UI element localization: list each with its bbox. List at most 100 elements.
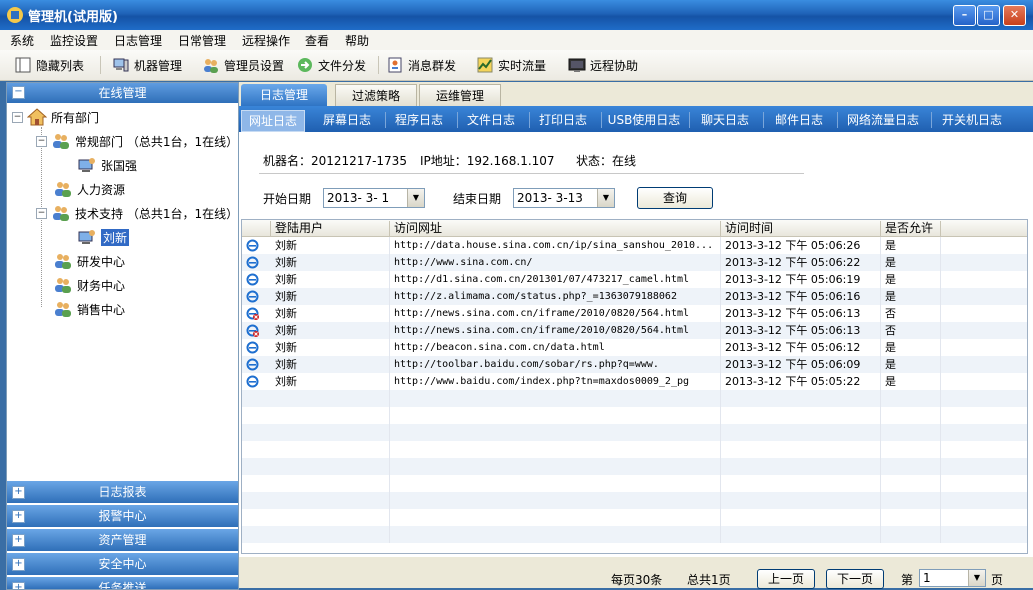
tab-ops-management[interactable]: 运维管理	[419, 84, 501, 107]
expand-icon[interactable]: +	[12, 510, 25, 523]
table-cell-url: http://www.baidu.com/index.php?tn=maxdos…	[390, 373, 721, 390]
column-header-allowed[interactable]: 是否允许	[881, 221, 941, 236]
tab-log-management[interactable]: 日志管理	[241, 84, 327, 106]
collapse-toggle-icon[interactable]: −	[12, 111, 23, 123]
table-row[interactable]: 刘新 http://www.baidu.com/index.php?tn=maxd…	[242, 373, 1027, 390]
tree-label: 所有部门	[51, 110, 100, 125]
panel-asset-management[interactable]: + 资产管理	[7, 529, 238, 551]
menu-view[interactable]: 查看	[305, 32, 329, 49]
machine-management-label: 机器管理	[134, 58, 183, 73]
tab-url-log[interactable]: 网址日志	[241, 110, 305, 132]
next-page-button[interactable]: 下一页	[826, 569, 884, 589]
admin-settings-label: 管理员设置	[224, 58, 285, 73]
collapse-toggle-icon[interactable]: −	[36, 135, 47, 147]
expand-icon[interactable]: +	[12, 486, 25, 499]
tab-file-log[interactable]: 文件日志	[461, 110, 521, 130]
menu-daily-management[interactable]: 日常管理	[178, 32, 226, 49]
dropdown-arrow-icon[interactable]: ▼	[407, 189, 424, 207]
browser-icon	[246, 341, 259, 354]
page-unit: 页	[991, 573, 1004, 587]
tab-print-log[interactable]: 打印日志	[533, 110, 593, 130]
tree-node-dept-sales[interactable]: 销售中心	[53, 299, 125, 319]
table-cell-allowed	[881, 424, 941, 441]
table-row[interactable]: 刘新 http://news.sina.com.cn/iframe/2010/08…	[242, 322, 1027, 339]
page-select[interactable]: 1 ▼	[919, 569, 986, 587]
right-panel: 日志管理 过滤策略 运维管理 网址日志 屏幕日志 程序日志 文件日志 打印日志 …	[239, 82, 1033, 589]
tree-node-user-liuxin[interactable]: 刘新	[77, 227, 130, 247]
tree-node-dept-rnd[interactable]: 研发中心	[53, 251, 125, 271]
start-date-picker[interactable]: 2013- 3- 1 ▼	[323, 188, 425, 208]
menu-bar: 系统 监控设置 日志管理 日常管理 远程操作 查看 帮助	[0, 30, 1033, 50]
admin-settings-button[interactable]: 管理员设置	[202, 55, 284, 75]
panel-security-center[interactable]: + 安全中心	[7, 553, 238, 575]
table-cell-user	[271, 390, 390, 407]
tree-node-all-departments[interactable]: − 所有部门	[12, 107, 99, 127]
table-cell-allowed: 否	[881, 322, 941, 339]
collapse-icon[interactable]: −	[12, 86, 25, 99]
column-header-url[interactable]: 访问网址	[390, 221, 721, 236]
table-row[interactable]: 刘新 http://beacon.sina.com.cn/data.html 201…	[242, 339, 1027, 356]
remote-assist-button[interactable]: 远程协助	[568, 55, 638, 75]
total-pages-text: 总共1页	[687, 573, 731, 587]
table-row[interactable]: 刘新 http://toolbar.baidu.com/sobar/rs.php?…	[242, 356, 1027, 373]
expand-icon[interactable]: +	[12, 558, 25, 571]
collapse-toggle-icon[interactable]: −	[36, 207, 47, 219]
menu-remote-ops[interactable]: 远程操作	[242, 32, 290, 49]
end-date-picker[interactable]: 2013- 3-13 ▼	[513, 188, 615, 208]
realtime-traffic-button[interactable]: 实时流量	[476, 55, 546, 75]
panel-alarm-center[interactable]: + 报警中心	[7, 505, 238, 527]
table-cell-time: 2013-3-12 下午 05:06:13	[721, 322, 881, 339]
table-cell-user: 刘新	[271, 373, 390, 390]
close-icon[interactable]: ✕	[1003, 5, 1026, 26]
maximize-icon[interactable]: □	[977, 5, 1000, 26]
end-date-value: 2013- 3-13	[517, 191, 583, 205]
hide-list-button[interactable]: 隐藏列表	[14, 55, 84, 75]
menu-monitor-settings[interactable]: 监控设置	[50, 32, 98, 49]
menu-log-management[interactable]: 日志管理	[114, 32, 162, 49]
panel-log-report[interactable]: + 日志报表	[7, 481, 238, 503]
table-cell-user: 刘新	[271, 254, 390, 271]
expand-icon[interactable]: +	[12, 534, 25, 547]
table-cell-user	[271, 458, 390, 475]
panel-task-push[interactable]: + 任务推送	[7, 577, 238, 589]
tab-usb-log[interactable]: USB使用日志	[605, 110, 683, 130]
menu-system[interactable]: 系统	[10, 32, 34, 49]
tree-node-dept-finance[interactable]: 财务中心	[53, 275, 125, 295]
table-cell-time: 2013-3-12 下午 05:06:09	[721, 356, 881, 373]
table-row[interactable]: 刘新 http://z.alimama.com/status.php?_=1363…	[242, 288, 1027, 305]
file-distribute-button[interactable]: 文件分发	[296, 55, 366, 75]
tab-power-log[interactable]: 开关机日志	[935, 110, 1009, 130]
machine-management-button[interactable]: 机器管理	[112, 55, 182, 75]
table-row[interactable]: 刘新 http://data.house.sina.com.cn/ip/sina_…	[242, 237, 1027, 254]
menu-help[interactable]: 帮助	[345, 32, 369, 49]
minimize-icon[interactable]: –	[953, 5, 976, 26]
group-icon	[55, 254, 71, 269]
table-header: 登陆用户 访问网址 访问时间 是否允许	[242, 220, 1027, 237]
message-broadcast-button[interactable]: 消息群发	[386, 55, 456, 75]
table-cell-url	[390, 390, 721, 407]
table-cell-url: http://d1.sina.com.cn/201301/07/473217_c…	[390, 271, 721, 288]
tab-chat-log[interactable]: 聊天日志	[693, 110, 757, 130]
tab-traffic-log[interactable]: 网络流量日志	[841, 110, 925, 130]
dropdown-arrow-icon[interactable]: ▼	[597, 189, 614, 207]
tree-node-dept-hr[interactable]: 人力资源	[53, 179, 125, 199]
log-content: 机器名：20121217-1735 IP地址：192.168.1.107 状态：…	[239, 132, 1033, 589]
query-button[interactable]: 查询	[637, 187, 713, 209]
tab-filter-policy[interactable]: 过滤策略	[335, 84, 417, 107]
tree-node-dept-general[interactable]: − 常规部门 （总共1台，1在线）	[36, 131, 238, 151]
tab-program-log[interactable]: 程序日志	[389, 110, 449, 130]
tab-screen-log[interactable]: 屏幕日志	[315, 110, 379, 130]
online-management-header[interactable]: − 在线管理	[7, 83, 238, 103]
table-row[interactable]: 刘新 http://www.sina.com.cn/2013-3-12 下午 05…	[242, 254, 1027, 271]
table-row[interactable]: 刘新 http://news.sina.com.cn/iframe/2010/08…	[242, 305, 1027, 322]
dropdown-arrow-icon[interactable]: ▼	[968, 570, 985, 586]
table-row[interactable]: 刘新 http://d1.sina.com.cn/201301/07/473217…	[242, 271, 1027, 288]
table-cell-time	[721, 441, 881, 458]
column-header-user[interactable]: 登陆用户	[271, 221, 390, 236]
tree-node-dept-tech-support[interactable]: − 技术支持 （总共1台，1在线）	[36, 203, 238, 223]
prev-page-button[interactable]: 上一页	[757, 569, 815, 589]
tab-mail-log[interactable]: 邮件日志	[767, 110, 831, 130]
column-header-time[interactable]: 访问时间	[721, 221, 881, 236]
table-cell-time	[721, 424, 881, 441]
tree-node-user-zhangguoqiang[interactable]: 张国强	[77, 155, 137, 175]
